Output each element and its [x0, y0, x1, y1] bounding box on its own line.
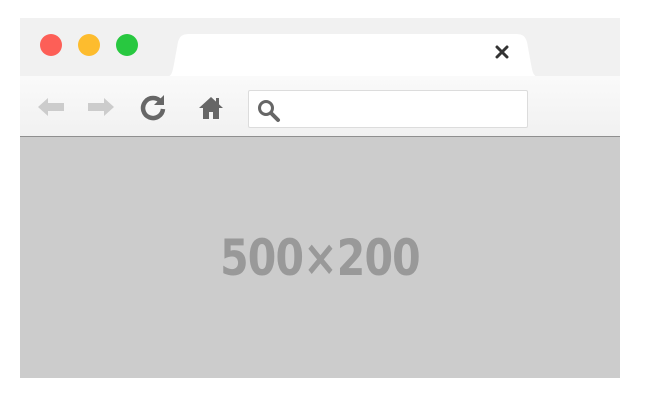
minimize-window-button[interactable]: [78, 34, 100, 56]
home-icon: [199, 97, 223, 119]
address-input[interactable]: [289, 97, 521, 123]
tab-close-button[interactable]: [495, 45, 513, 63]
search-icon: [257, 99, 281, 123]
back-button[interactable]: [36, 92, 66, 122]
placeholder-dimensions-label: 500×200: [220, 228, 421, 287]
close-window-button[interactable]: [40, 34, 62, 56]
page-content: 500×200: [20, 137, 620, 378]
address-bar[interactable]: [248, 90, 528, 128]
reload-icon: [140, 95, 166, 121]
arrow-left-icon: [38, 98, 64, 116]
reload-button[interactable]: [138, 92, 168, 122]
zoom-window-button[interactable]: [116, 34, 138, 56]
home-button[interactable]: [196, 92, 226, 122]
close-icon: [495, 45, 509, 59]
title-bar: [20, 18, 620, 78]
browser-tab[interactable]: [160, 34, 545, 78]
toolbar: [20, 76, 620, 137]
browser-window: 500×200: [20, 18, 620, 378]
arrow-right-icon: [88, 98, 114, 116]
tab-shape: [160, 34, 545, 78]
forward-button[interactable]: [86, 92, 116, 122]
